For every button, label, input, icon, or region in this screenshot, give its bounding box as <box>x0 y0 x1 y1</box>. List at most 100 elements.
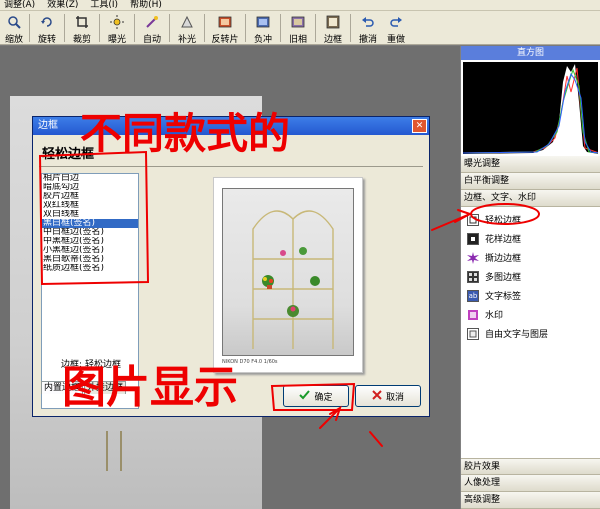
multi-image-frame-icon <box>467 270 479 283</box>
sub-item-label: 文字标签 <box>485 292 522 302</box>
list-item[interactable]: 黑白歌蒂(签名) <box>42 255 138 264</box>
auto-label: 自动 <box>142 35 161 45</box>
crop-button[interactable]: 裁剪 <box>68 11 96 45</box>
fill-light-button[interactable]: 补光 <box>173 11 201 45</box>
undo-icon <box>360 14 376 30</box>
list-item[interactable]: 双白线框 <box>42 210 138 219</box>
free-text-layer-icon <box>467 327 479 340</box>
menu-adjust[interactable]: 调整(A) <box>0 0 43 10</box>
plant-stand-image <box>252 210 334 349</box>
frame-icon <box>325 14 341 30</box>
sub-item-label: 撕边边框 <box>485 254 522 264</box>
list-item[interactable]: 小黑框边(签名) <box>42 246 138 255</box>
sub-item-easy-frame[interactable]: 轻松边框 <box>461 210 600 229</box>
sub-item-text-label[interactable]: ab 文字标签 <box>461 286 600 305</box>
section-exposure[interactable]: 曝光调整 <box>461 156 600 173</box>
auto-button[interactable]: 自动 <box>138 11 166 45</box>
list-item-selected[interactable]: 黑白框(签名) <box>42 219 138 228</box>
sub-item-label: 水印 <box>485 311 504 321</box>
rotate-label: 旋转 <box>37 35 56 45</box>
zoom-icon <box>6 14 22 30</box>
text-label-icon: ab <box>467 289 479 302</box>
cross-process-label: 负冲 <box>253 35 272 45</box>
section-film-effects[interactable]: 胶片效果 <box>461 458 600 475</box>
close-icon: ✕ <box>415 121 424 131</box>
cancel-button[interactable]: 取消 <box>355 385 421 407</box>
toolbar: 缩放 旋转 裁剪 曝光 自动 补光 反转片 负冲 旧相 边框 撤消 重做 <box>0 11 600 45</box>
menu-tools[interactable]: 工具(I) <box>86 0 126 10</box>
sub-item-free-text-layer[interactable]: 自由文字与图层 <box>461 324 600 343</box>
dialog-title-bar[interactable]: 边框 ✕ <box>33 117 429 135</box>
sub-item-multi-image-frame[interactable]: 多图边框 <box>461 267 600 286</box>
checkmark-icon <box>299 389 311 403</box>
menu-effects[interactable]: 效果(Z) <box>43 0 86 10</box>
old-photo-icon <box>290 14 306 30</box>
frame-preview: NIKON D70 F4.0 1/60s <box>213 177 363 373</box>
list-item[interactable]: 纸质边框(签名) <box>42 264 138 273</box>
torn-edge-frame-icon <box>467 251 479 264</box>
fill-light-icon <box>179 14 195 30</box>
crop-label: 裁剪 <box>72 35 91 45</box>
preview-photo <box>222 188 354 356</box>
zoom-label: 缩放 <box>4 35 23 45</box>
cross-process-button[interactable]: 负冲 <box>249 11 277 45</box>
sub-item-watermark[interactable]: 水印 <box>461 305 600 324</box>
easy-frame-icon <box>467 213 479 226</box>
list-item[interactable]: 中白框边(签名) <box>42 228 138 237</box>
exposure-icon <box>109 14 125 30</box>
cross-icon <box>372 389 382 403</box>
section-white-balance[interactable]: 白平衡调整 <box>461 173 600 190</box>
close-button[interactable]: ✕ <box>412 119 427 133</box>
reversal-film-icon <box>217 14 233 30</box>
tab-builtin-frames[interactable]: 内置边框 <box>41 381 84 394</box>
undo-label: 撤消 <box>358 35 377 45</box>
exposure-label: 曝光 <box>107 35 126 45</box>
menu-help[interactable]: 帮助(H) <box>126 0 170 10</box>
histogram-title: 直方图 <box>461 46 600 60</box>
tab-plugin-frames[interactable]: 外挂边框 <box>84 381 127 394</box>
pattern-frame-icon <box>467 232 479 245</box>
frame-status: 边框: 轻松边框 <box>61 360 121 370</box>
watermark-icon <box>467 309 479 321</box>
dialog-title: 边框 <box>38 120 58 131</box>
frame-button[interactable]: 边框 <box>319 11 347 45</box>
section-frame-text-watermark[interactable]: 边框、文字、水印 <box>461 190 600 207</box>
rotate-button[interactable]: 旋转 <box>33 11 61 45</box>
sub-item-label: 多图边框 <box>485 273 522 283</box>
frame-dialog: 边框 ✕ 轻松边框 相片白边 暗底勾边 胶片边框 双红线框 双白线框 黑白框(签… <box>32 116 430 417</box>
list-item[interactable]: 暗底勾边 <box>42 183 138 192</box>
old-photo-button[interactable]: 旧相 <box>284 11 312 45</box>
undo-button[interactable]: 撤消 <box>354 11 382 45</box>
bottom-sections: 胶片效果 人像处理 高级调整 <box>461 458 600 509</box>
reversal-film-button[interactable]: 反转片 <box>208 11 242 45</box>
redo-label: 重做 <box>386 35 405 45</box>
zoom-button[interactable]: 缩放 <box>2 11 26 45</box>
exposure-button[interactable]: 曝光 <box>103 11 131 45</box>
cross-process-icon <box>255 14 271 30</box>
redo-button[interactable]: 重做 <box>382 11 410 45</box>
list-item[interactable]: 双红线框 <box>42 201 138 210</box>
list-item[interactable]: 相片白边 <box>42 174 138 183</box>
list-item[interactable]: 胶片边框 <box>42 192 138 201</box>
right-panel: 直方图 曝光调整 白平衡调整 边框、文字、水印 轻松边框 花样边框 撕边边框 多… <box>460 46 600 509</box>
dialog-header: 轻松边框 <box>39 143 423 167</box>
frame-tabs: 内置边框 外挂边框 <box>41 381 127 395</box>
rotate-icon <box>39 14 55 30</box>
cancel-label: 取消 <box>385 392 404 403</box>
redo-icon <box>388 14 404 30</box>
section-portrait[interactable]: 人像处理 <box>461 475 600 492</box>
frame-label: 边框 <box>323 35 342 45</box>
section-advanced[interactable]: 高级调整 <box>461 492 600 509</box>
ok-label: 确定 <box>314 392 333 403</box>
old-photo-label: 旧相 <box>288 35 307 45</box>
histogram-graph <box>463 64 598 154</box>
photo-caption: NIKON D70 F4.0 1/60s <box>222 359 278 365</box>
sub-item-torn-edge-frame[interactable]: 撕边边框 <box>461 248 600 267</box>
fill-light-label: 补光 <box>177 35 196 45</box>
menu-bar: 调整(A) 效果(Z) 工具(I) 帮助(H) <box>0 0 600 11</box>
sub-item-label: 花样边框 <box>485 235 522 245</box>
list-item[interactable]: 中黑框边(签名) <box>42 237 138 246</box>
sub-item-pattern-frame[interactable]: 花样边框 <box>461 229 600 248</box>
frame-style-list[interactable]: 相片白边 暗底勾边 胶片边框 双红线框 双白线框 黑白框(签名) 中白框边(签名… <box>41 173 139 409</box>
ok-button[interactable]: 确定 <box>283 385 349 407</box>
